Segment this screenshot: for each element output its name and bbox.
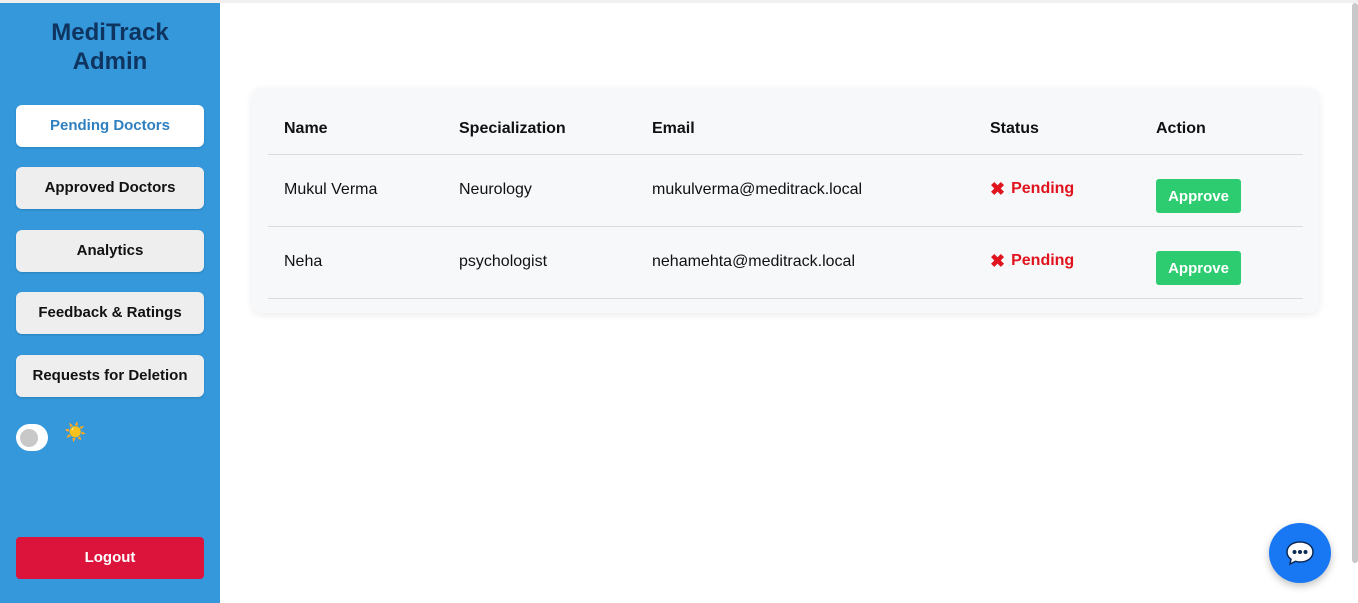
header-specialization: Specialization <box>443 104 636 155</box>
pending-doctors-table: Name Specialization Email Status Action … <box>268 104 1303 299</box>
cell-name: Mukul Verma <box>268 154 443 227</box>
nav-analytics[interactable]: Analytics <box>16 230 204 272</box>
table-header-row: Name Specialization Email Status Action <box>268 104 1303 155</box>
sidebar: MediTrack Admin Pending Doctors Approved… <box>0 3 220 603</box>
cell-action: Approve <box>1140 154 1303 227</box>
approve-button[interactable]: Approve <box>1156 179 1241 213</box>
brand-title: MediTrack Admin <box>16 18 204 76</box>
chat-bubble-icon <box>1286 541 1314 566</box>
header-action: Action <box>1140 104 1303 155</box>
header-email: Email <box>636 104 974 155</box>
cell-specialization: Neurology <box>443 154 636 227</box>
cross-mark-icon: ✖ <box>990 179 1006 199</box>
header-name: Name <box>268 104 443 155</box>
status-badge: ✖ Pending <box>990 252 1074 270</box>
nav-pending-doctors[interactable]: Pending Doctors <box>16 105 204 147</box>
brand-line-1: MediTrack <box>51 19 169 46</box>
theme-toggle[interactable] <box>16 424 48 451</box>
table-row: Mukul Verma Neurology mukulverma@meditra… <box>268 154 1303 227</box>
cell-name: Neha <box>268 226 443 299</box>
cell-specialization: psychologist <box>443 226 636 299</box>
cross-mark-icon: ✖ <box>990 251 1006 271</box>
cell-action: Approve <box>1140 226 1303 299</box>
status-text: Pending <box>1011 252 1075 269</box>
status-text: Pending <box>1011 180 1075 197</box>
cell-status: ✖ Pending <box>974 226 1140 299</box>
table-row: Neha psychologist nehamehta@meditrack.lo… <box>268 226 1303 299</box>
pending-doctors-card: Name Specialization Email Status Action … <box>252 88 1319 313</box>
nav-feedback-ratings[interactable]: Feedback & Ratings <box>16 292 204 334</box>
logout-button[interactable]: Logout <box>16 537 204 579</box>
nav-requests-deletion[interactable]: Requests for Deletion <box>16 355 204 397</box>
chat-button[interactable] <box>1269 523 1331 583</box>
approve-button[interactable]: Approve <box>1156 251 1241 285</box>
scrollbar[interactable] <box>1352 3 1358 563</box>
brand-line-2: Admin <box>72 48 148 75</box>
toggle-knob <box>20 429 38 447</box>
cell-email: mukulverma@meditrack.local <box>636 154 974 227</box>
header-status: Status <box>974 104 1140 155</box>
nav-approved-doctors[interactable]: Approved Doctors <box>16 167 204 209</box>
cell-status: ✖ Pending <box>974 154 1140 227</box>
cell-email: nehamehta@meditrack.local <box>636 226 974 299</box>
sun-icon: ☀️ <box>64 422 87 442</box>
status-badge: ✖ Pending <box>990 180 1074 198</box>
